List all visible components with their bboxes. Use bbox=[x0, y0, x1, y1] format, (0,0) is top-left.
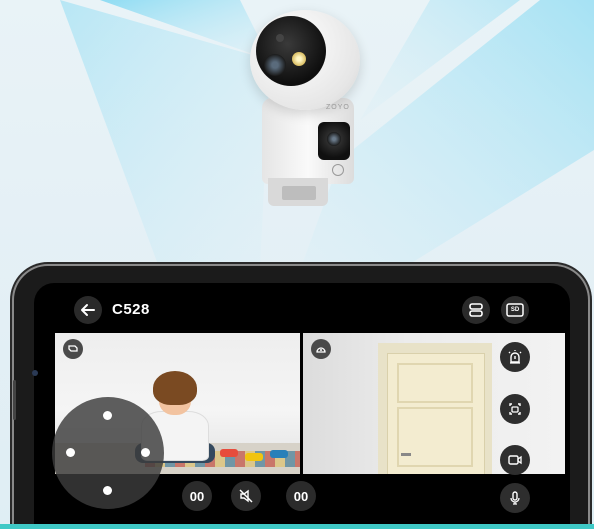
joystick-down[interactable] bbox=[103, 486, 112, 495]
camera-logo: ZOYO bbox=[326, 104, 350, 111]
layout-toggle-button[interactable] bbox=[462, 296, 490, 324]
ptz-joystick[interactable] bbox=[52, 397, 164, 509]
joystick-up[interactable] bbox=[103, 411, 112, 420]
pause-label-right: 00 bbox=[293, 488, 309, 504]
mute-button[interactable] bbox=[231, 481, 261, 511]
left-feed-pause-button[interactable]: 00 bbox=[182, 481, 212, 511]
camera-light bbox=[292, 52, 306, 66]
feed-child-hair bbox=[153, 371, 197, 405]
phone-side-button bbox=[13, 380, 16, 420]
snapshot-button[interactable] bbox=[500, 394, 530, 424]
camera-mount-slot bbox=[282, 186, 316, 200]
quality-label: SD bbox=[510, 307, 520, 313]
muted-speaker-icon bbox=[239, 489, 253, 503]
camera-sensor bbox=[276, 34, 284, 42]
door-panel bbox=[397, 363, 473, 403]
back-button[interactable] bbox=[74, 296, 102, 324]
alarm-siren-button[interactable] bbox=[500, 342, 530, 372]
feed-badge-right bbox=[311, 339, 331, 359]
device-title: C528 bbox=[112, 301, 150, 318]
joystick-right[interactable] bbox=[141, 448, 150, 457]
quality-toggle-button[interactable]: SD bbox=[501, 296, 529, 324]
feed-badge-left bbox=[63, 339, 83, 359]
joystick-left[interactable] bbox=[66, 448, 75, 457]
arrow-left-icon bbox=[81, 304, 95, 316]
pause-label-left: 00 bbox=[189, 488, 205, 504]
split-layout-icon bbox=[469, 303, 483, 317]
microphone-icon bbox=[510, 491, 520, 505]
toy-car bbox=[220, 449, 238, 457]
video-record-icon bbox=[508, 455, 522, 465]
camera-secondary-lens bbox=[327, 132, 341, 146]
toy-car bbox=[245, 453, 263, 461]
toy-car bbox=[270, 450, 288, 458]
phone-front-camera bbox=[32, 370, 38, 376]
door-handle bbox=[401, 453, 411, 456]
pan-tilt-camera-icon bbox=[68, 345, 78, 352]
camera-lens-housing bbox=[256, 16, 326, 86]
screenshot-icon bbox=[509, 403, 521, 415]
door-panel bbox=[397, 407, 473, 467]
camera-power-button bbox=[332, 164, 344, 176]
camera-main-lens bbox=[264, 54, 286, 76]
record-button[interactable] bbox=[500, 445, 530, 475]
fixed-camera-icon bbox=[316, 347, 326, 353]
talk-button[interactable] bbox=[500, 483, 530, 513]
right-feed-pause-button[interactable]: 00 bbox=[286, 481, 316, 511]
siren-icon bbox=[508, 350, 522, 364]
accent-strip bbox=[0, 524, 594, 529]
